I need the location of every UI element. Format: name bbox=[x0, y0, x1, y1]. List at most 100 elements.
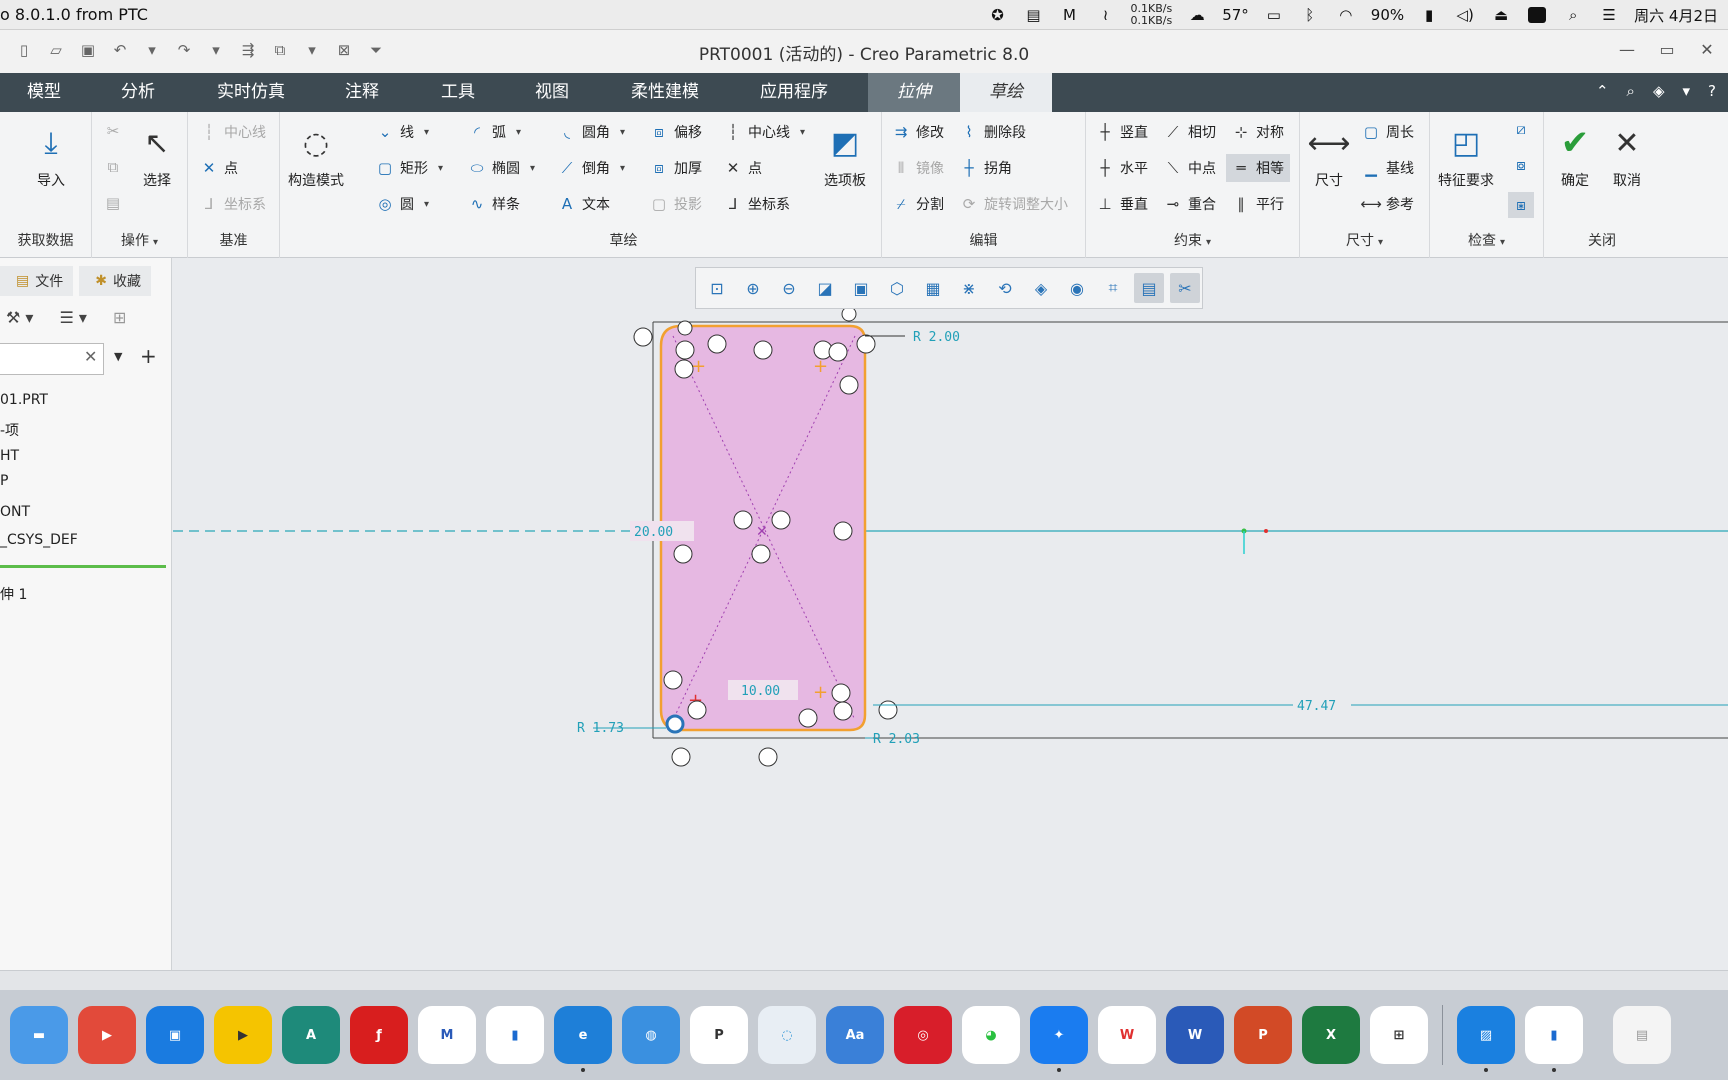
insert-marker[interactable] bbox=[0, 565, 166, 568]
refit-icon[interactable]: ⊡ bbox=[702, 273, 732, 303]
tab-files[interactable]: ▤ 文件 bbox=[0, 266, 74, 296]
sketch-centerline-button[interactable]: ┆ 中心线 ▾ bbox=[724, 122, 805, 142]
windows-icon[interactable]: ⊞ bbox=[1370, 1006, 1428, 1064]
text-button[interactable]: A 文本 bbox=[558, 194, 610, 214]
spline-button[interactable]: ∿ 样条 bbox=[468, 194, 520, 214]
datum-csys-button[interactable]: ⅃ 坐标系 bbox=[200, 194, 266, 214]
screens-icon[interactable]: ▣ bbox=[146, 1006, 204, 1064]
fillet-button[interactable]: ◟ 圆角 ▾ bbox=[558, 122, 625, 142]
sketcher-display-icon[interactable]: ▤ bbox=[1134, 273, 1164, 303]
notes-icon[interactable] bbox=[1526, 4, 1548, 26]
perpendicular-constraint-button[interactable]: ⊥ 垂直 bbox=[1096, 194, 1148, 214]
zoom-in-icon[interactable]: ⊕ bbox=[738, 273, 768, 303]
close-icon[interactable]: ✕ bbox=[1696, 38, 1718, 60]
wifi-icon[interactable]: ◠ bbox=[1335, 4, 1357, 26]
help-icon[interactable]: ? bbox=[1708, 82, 1716, 100]
line-button[interactable]: ⌄ 线 ▾ bbox=[376, 122, 429, 142]
spin-center-icon[interactable]: ⟲ bbox=[990, 273, 1020, 303]
wechat-icon[interactable]: ◕ bbox=[962, 1006, 1020, 1064]
zoom-out-icon[interactable]: ⊖ bbox=[774, 273, 804, 303]
delete-segment-button[interactable]: ⌇ 删除段 bbox=[960, 122, 1026, 142]
control-center-icon[interactable]: ☰ bbox=[1598, 4, 1620, 26]
ellipse-button[interactable]: ⬭ 椭圆 ▾ bbox=[468, 158, 535, 178]
wps-icon[interactable]: W bbox=[1098, 1006, 1156, 1064]
bluetooth-icon[interactable]: ᛒ bbox=[1299, 4, 1321, 26]
dimension-button[interactable]: ⟷ 尺寸 bbox=[1308, 122, 1351, 190]
chamfer-button[interactable]: ⟋ 倒角 ▾ bbox=[558, 158, 625, 178]
parallel-constraint-button[interactable]: ∥ 平行 bbox=[1232, 194, 1284, 214]
m-app-icon[interactable]: M bbox=[418, 1006, 476, 1064]
tree-item-right[interactable]: HT bbox=[0, 448, 19, 464]
saved-orientations-icon[interactable]: ⬡ bbox=[882, 273, 912, 303]
signal-icon[interactable]: ≀ bbox=[1095, 4, 1117, 26]
arc-button[interactable]: ◜ 弧 ▾ bbox=[468, 122, 521, 142]
tab-sketch[interactable]: 草绘 bbox=[960, 73, 1052, 112]
project-button[interactable]: ▢ 投影 bbox=[650, 194, 702, 214]
minimize-icon[interactable]: — bbox=[1616, 38, 1638, 60]
tab-favorites[interactable]: ✱ 收藏 bbox=[79, 266, 151, 296]
tab-model[interactable]: 模型 bbox=[10, 73, 78, 112]
tree-item-top[interactable]: P bbox=[0, 473, 8, 489]
horizontal-constraint-button[interactable]: ┼ 水平 bbox=[1096, 158, 1148, 178]
parallels-icon[interactable]: ▮ bbox=[486, 1006, 544, 1064]
globe-icon[interactable]: ◍ bbox=[622, 1006, 680, 1064]
display-style-icon[interactable]: ▣ bbox=[846, 273, 876, 303]
tab-extrude[interactable]: 拉伸 bbox=[868, 73, 960, 112]
infuse-icon[interactable]: ▶ bbox=[78, 1006, 136, 1064]
mail-icon[interactable]: M bbox=[1059, 4, 1081, 26]
perimeter-button[interactable]: ▢ 周长 bbox=[1362, 122, 1414, 142]
repaint-icon[interactable]: ◪ bbox=[810, 273, 840, 303]
feature-requirements-button[interactable]: ◰ 特征要求 bbox=[1438, 122, 1494, 190]
settings-icon[interactable]: ⚒ ▾ bbox=[6, 308, 33, 327]
graphics-area[interactable]: ✕ + + + + R 2.00 20.00 10.00 R 1.73 R 2.… bbox=[173, 258, 1728, 970]
thicken-button[interactable]: ⧈ 加厚 bbox=[650, 158, 702, 178]
rotate-resize-button[interactable]: ⟳ 旋转调整大小 bbox=[960, 194, 1068, 214]
mac-app-title[interactable]: o 8.0.1.0 from PTC bbox=[0, 5, 148, 24]
maximize-icon[interactable]: ▭ bbox=[1656, 38, 1678, 60]
word-icon[interactable]: W bbox=[1166, 1006, 1224, 1064]
learning-icon[interactable]: ◈ bbox=[1653, 82, 1665, 100]
highlight-open-ends-icon[interactable]: ⧄ bbox=[1512, 120, 1530, 138]
offset-button[interactable]: ⧈ 偏移 bbox=[650, 122, 702, 142]
netease-music-icon[interactable]: ◎ bbox=[894, 1006, 952, 1064]
view-manager-icon[interactable]: ▦ bbox=[918, 273, 948, 303]
pitaya-icon[interactable]: P bbox=[690, 1006, 748, 1064]
weather-icon[interactable]: ☁ bbox=[1186, 4, 1208, 26]
cancel-button[interactable]: ✕ 取消 bbox=[1606, 122, 1648, 190]
shield-icon[interactable]: ✪ bbox=[987, 4, 1009, 26]
paste-icon[interactable]: ▤ bbox=[104, 194, 122, 212]
tree-item-part[interactable]: 01.PRT bbox=[0, 392, 48, 408]
battery-icon[interactable]: ▮ bbox=[1418, 4, 1440, 26]
vertical-constraint-button[interactable]: ┼ 竖直 bbox=[1096, 122, 1148, 142]
tree-item-csys[interactable]: _CSYS_DEF bbox=[0, 532, 78, 548]
palette-button[interactable]: ◩ 选项板 bbox=[824, 122, 866, 190]
volume-icon[interactable]: ◁) bbox=[1454, 4, 1476, 26]
preview-icon[interactable]: ▨ bbox=[1457, 1006, 1515, 1072]
corner-button[interactable]: ┼ 拐角 bbox=[960, 158, 1012, 178]
add-icon[interactable]: + bbox=[140, 344, 157, 368]
rectangle-button[interactable]: ▢ 矩形 ▾ bbox=[376, 158, 443, 178]
sketch-filters-icon[interactable]: ✂ bbox=[1170, 273, 1200, 303]
perspective-icon[interactable]: ◉ bbox=[1062, 273, 1092, 303]
coincident-constraint-button[interactable]: ⊸ 重合 bbox=[1164, 194, 1216, 214]
player-icon[interactable]: ▶ bbox=[214, 1006, 272, 1064]
tab-flexible-modeling[interactable]: 柔性建模 bbox=[620, 73, 710, 112]
battery-percent[interactable]: 90% bbox=[1371, 4, 1404, 26]
shade-closed-loops-icon[interactable]: ⧆ bbox=[1508, 192, 1534, 218]
sketch-point-button[interactable]: ✕ 点 bbox=[724, 158, 762, 178]
tree-item-front[interactable]: ONT bbox=[0, 504, 30, 520]
sketch-canvas[interactable]: ✕ + + + + R 2.00 20.00 10.00 R 1.73 R 2.… bbox=[173, 258, 1728, 970]
datum-display-icon[interactable]: ⋇ bbox=[954, 273, 984, 303]
clear-search-icon[interactable]: ✕ bbox=[84, 347, 97, 366]
tab-analysis[interactable]: 分析 bbox=[104, 73, 172, 112]
autodesk-icon[interactable]: A bbox=[282, 1006, 340, 1064]
equal-constraint-button[interactable]: ═ 相等 bbox=[1226, 154, 1290, 182]
modify-button[interactable]: ⇉ 修改 bbox=[892, 122, 944, 142]
circle-button[interactable]: ◎ 圆 ▾ bbox=[376, 194, 429, 214]
cut-icon[interactable]: ✂ bbox=[104, 122, 122, 140]
select-button[interactable]: ↖ 选择 bbox=[136, 122, 178, 190]
show-icon[interactable]: ☰ ▾ bbox=[59, 308, 86, 327]
ok-button[interactable]: ✔ 确定 bbox=[1554, 122, 1596, 190]
search-dropdown-icon[interactable]: ▼ bbox=[114, 350, 122, 363]
dropdown-icon[interactable]: ▾ bbox=[1683, 82, 1691, 100]
